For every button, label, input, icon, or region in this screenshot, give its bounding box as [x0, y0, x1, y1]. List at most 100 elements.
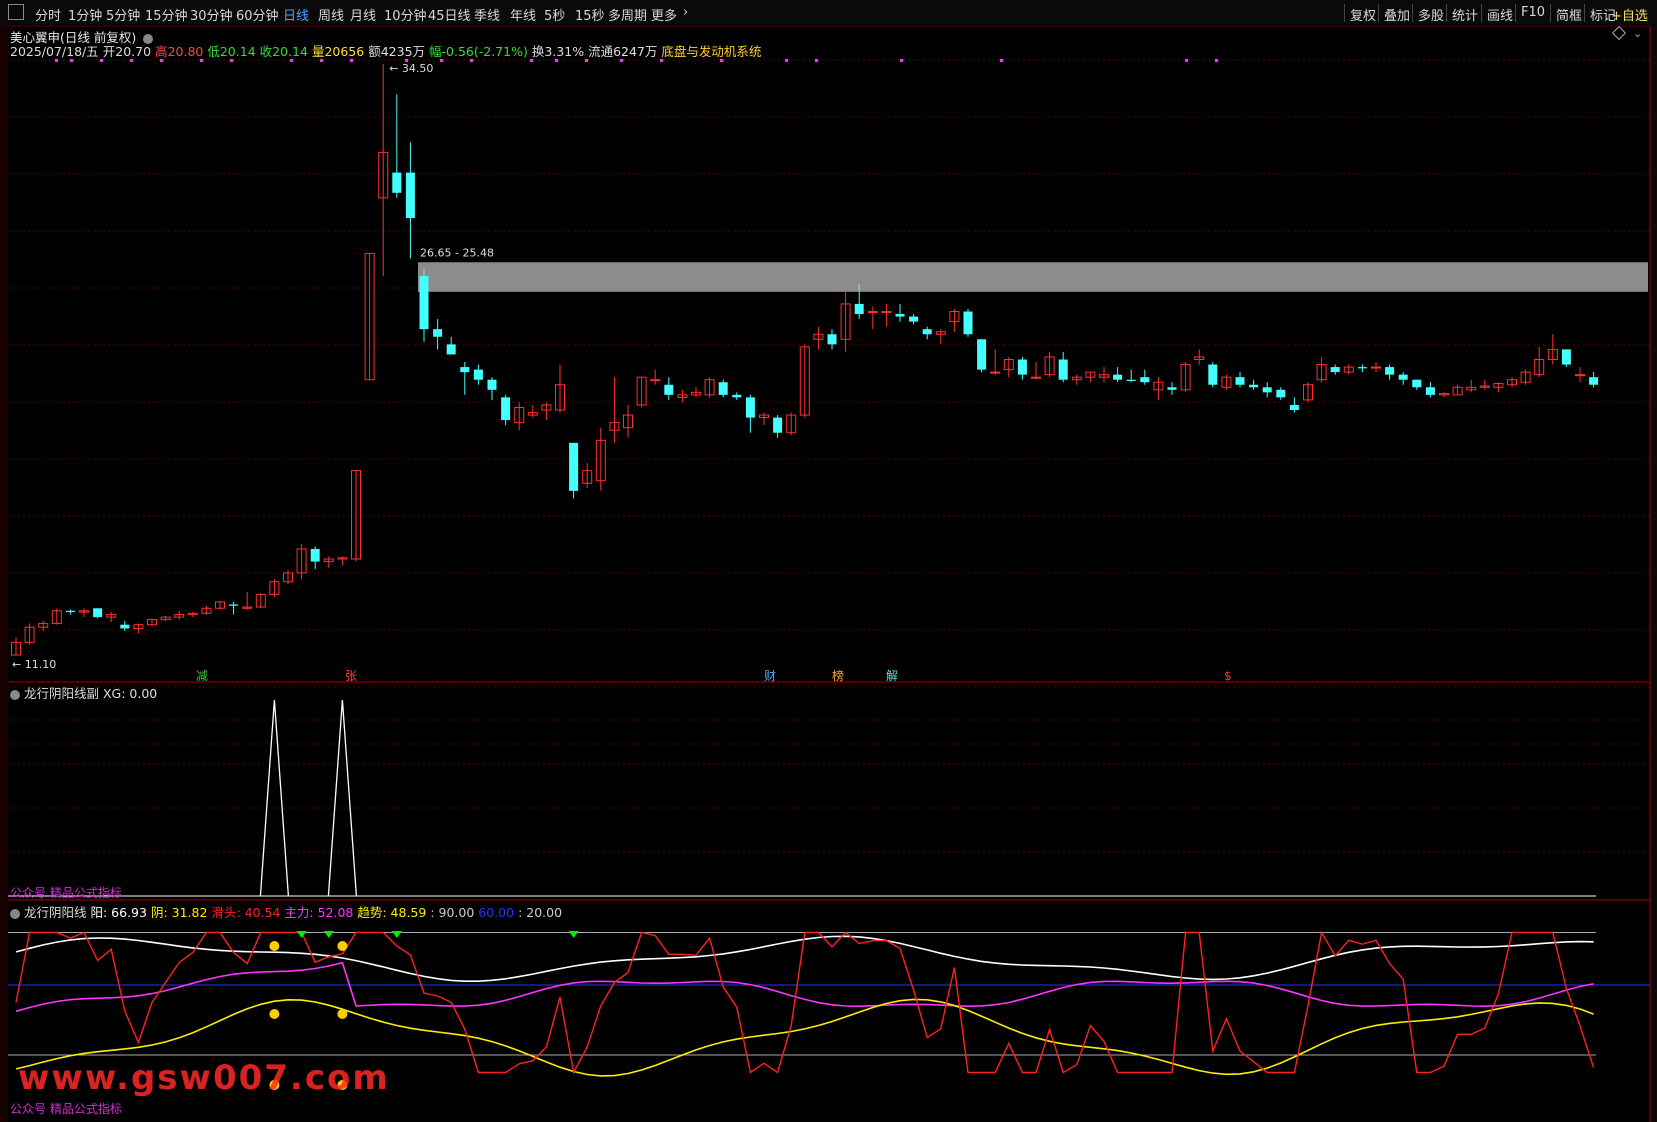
head-line	[15, 930, 1595, 1075]
signal-dot	[200, 59, 203, 62]
event-marker: $	[1224, 669, 1232, 683]
candle-down	[732, 394, 742, 398]
signal-dot	[620, 59, 623, 62]
main-force-value: 主力: 52.08	[284, 905, 354, 920]
signal-dot	[70, 59, 73, 62]
candle-down	[1276, 389, 1286, 398]
candle-up	[650, 379, 661, 382]
candle-down	[1126, 379, 1136, 381]
candle-down	[909, 316, 919, 322]
chart-canvas[interactable]: 26.65 - 25.48 ← 34.50 ← 11.10 减 张 财 榜 解 $	[0, 0, 1657, 1122]
candle-down	[977, 339, 987, 370]
signal-dot	[320, 59, 323, 62]
signal-dot	[405, 59, 408, 62]
candle-down	[65, 610, 75, 613]
event-marker: 财	[764, 669, 776, 683]
max-price-label: ← 34.50	[389, 62, 433, 75]
candle-down	[1289, 404, 1299, 411]
xg-spike	[327, 699, 358, 897]
event-marker: 解	[886, 669, 898, 683]
candle-down	[895, 314, 905, 317]
candle-down	[1357, 367, 1367, 369]
candle-up	[990, 371, 1001, 374]
pane1-menu-icon[interactable]	[10, 689, 20, 700]
candle-down	[473, 369, 483, 380]
xg-spike	[259, 699, 290, 897]
candle-down	[1412, 379, 1422, 388]
main-force-line	[15, 961, 1594, 1013]
signal-dot	[230, 59, 233, 62]
pane2-menu-icon[interactable]	[10, 908, 20, 919]
candle-down	[446, 344, 456, 355]
candle-down	[963, 311, 973, 335]
candle-down	[1330, 367, 1340, 373]
candle-down	[120, 624, 130, 629]
candle-down	[1425, 387, 1435, 395]
candle-down	[93, 608, 103, 618]
signal-dot	[1215, 59, 1218, 62]
candle-down	[664, 384, 674, 395]
pane2-title: 龙行阴阳线	[23, 905, 87, 920]
zone-label: 26.65 - 25.48	[420, 246, 494, 259]
candle-down	[827, 334, 837, 345]
down-arrow-icon	[296, 931, 307, 938]
candle-down	[1235, 377, 1245, 385]
pane1-xg-value: XG: 0.00	[102, 686, 158, 701]
line-90-value: : 90.00	[430, 905, 475, 920]
candle-down	[310, 548, 320, 562]
site-watermark: www.gsw007.com	[18, 1058, 390, 1098]
candle-down	[1167, 387, 1177, 390]
event-marker: 张	[345, 669, 357, 683]
signal-ball-icon	[269, 941, 280, 951]
signal-dot	[470, 59, 473, 62]
signal-ball-icon	[337, 1009, 348, 1019]
candle-up	[881, 311, 892, 314]
signal-dot	[440, 59, 443, 62]
down-arrow-icon	[391, 931, 402, 938]
candle-down	[1017, 359, 1027, 375]
candle-up	[867, 311, 878, 314]
candle-down	[501, 397, 511, 421]
candle-down	[419, 276, 429, 330]
pane2-header: 龙行阴阳线 阳: 66.93 阴: 31.82 滑头: 40.54 主力: 52…	[10, 902, 562, 921]
line-60-value: 60.00	[478, 905, 515, 920]
signal-dot	[720, 59, 723, 62]
candle-down	[1398, 374, 1408, 380]
candle-down	[745, 397, 755, 418]
down-arrow-icon	[568, 931, 579, 938]
event-marker: 榜	[832, 668, 844, 683]
signal-dot	[350, 59, 353, 62]
resistance-zone	[418, 262, 1648, 292]
candle-down	[922, 329, 932, 335]
signal-dot	[100, 59, 103, 62]
candle-down	[433, 329, 443, 337]
candle-down	[1249, 384, 1259, 388]
pane1-watermark: 公众号 精品公式指标	[10, 886, 122, 900]
signal-dot	[585, 59, 588, 62]
trend-value: 趋势: 48.59	[357, 905, 427, 920]
signal-dot	[290, 59, 293, 62]
candle-down	[460, 367, 470, 373]
candle-down	[773, 417, 783, 433]
signal-dot	[160, 59, 163, 62]
signal-dot	[130, 59, 133, 62]
candle-down	[1058, 359, 1068, 380]
signal-ball-icon	[337, 941, 348, 951]
signal-ball-icon	[269, 1009, 280, 1019]
signal-dot	[900, 59, 903, 62]
signal-dot	[1000, 59, 1003, 62]
candle-down	[569, 442, 579, 491]
yin-value: 阴: 31.82	[150, 905, 208, 920]
down-arrow-icon	[323, 931, 334, 938]
candle-down	[1140, 377, 1150, 383]
line-20-value: : 20.00	[518, 905, 563, 920]
pane2-watermark: 公众号 精品公式指标	[10, 1102, 122, 1116]
candle-down	[1262, 387, 1272, 393]
candle-down	[405, 172, 415, 219]
min-price-label: ← 11.10	[12, 658, 56, 671]
signal-dot	[555, 59, 558, 62]
candle-up	[1371, 366, 1381, 369]
pane1-title: 龙行阴阳线副	[23, 686, 99, 701]
event-marker: 减	[196, 669, 208, 683]
pane1-header: 龙行阴阳线副 XG: 0.00	[10, 683, 157, 702]
